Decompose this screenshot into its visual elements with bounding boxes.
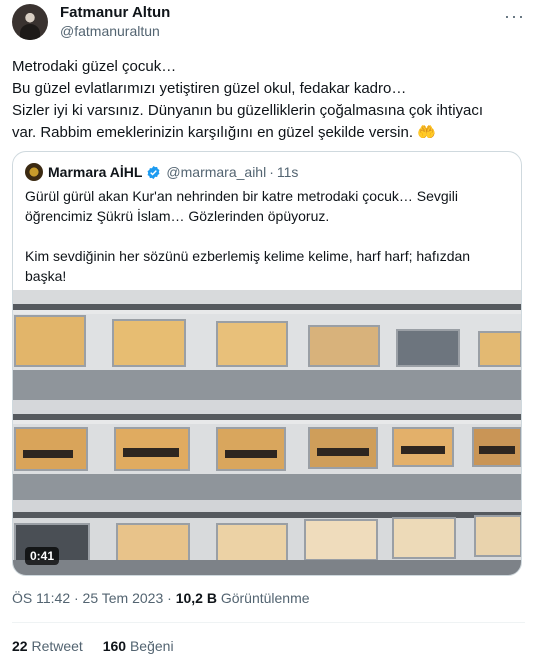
quoted-tweet-header: Marmara AİHL @marmara_aihl · 11s [25,162,298,182]
views-label: Görüntülenme [216,590,310,606]
tweet-line: var. Rabbim emeklerinizin karşılığını en… [12,124,436,141]
tweet-timestamp[interactable]: ÖS 11:42 · 25 Tem 2023 · [12,590,176,606]
more-options-icon[interactable]: ··· [504,6,525,27]
quoted-author-avatar[interactable] [25,163,43,181]
quoted-line: öğrencimiz Şükrü İslam… Gözlerinden öpüy… [25,208,330,224]
views-count: 10,2 B [175,590,217,606]
quoted-tweet-text: Gürül gürül akan Kur'an nehrinden bir ka… [25,186,515,306]
tweet-text: Metrodaki güzel çocuk… Bu güzel evlatlar… [12,56,532,144]
quoted-author-handle[interactable]: @marmara_aihl [166,164,266,180]
likes-count: 160 [102,638,127,654]
tweet-header: Fatmanur Altun @fatmanuraltun ··· [12,4,537,44]
tweet-line: Metrodaki güzel çocuk… [12,58,177,75]
author-avatar[interactable] [12,4,48,40]
author-handle[interactable]: @fatmanuraltun [60,23,160,39]
video-duration: 0:41 [25,547,60,565]
quoted-tweet[interactable]: Marmara AİHL @marmara_aihl · 11s Gürül g… [12,151,522,576]
author-name[interactable]: Fatmanur Altun [60,4,170,21]
quoted-line: Kim sevdiğinin her sözünü ezberlemiş kel… [25,248,471,284]
retweets-stat[interactable]: 22 Retweet [12,638,83,654]
tweet-line: Bu güzel evlatlarımızı yetiştiren güzel … [12,80,407,97]
tweet-metadata: ÖS 11:42 · 25 Tem 2023 · 10,2 B Görüntül… [12,590,310,606]
video-thumbnail [13,290,521,575]
separator-dot: · [269,164,274,180]
engagement-stats: 22 Retweet 160 Beğeni [12,638,190,654]
likes-stat[interactable]: 160 Beğeni [103,638,174,654]
quoted-line: Gürül gürül akan Kur'an nehrinden bir ka… [25,188,459,204]
verified-badge-icon [147,165,160,179]
video-player[interactable]: 0:41 [13,290,521,575]
likes-label: Beğeni [126,638,174,654]
tweet-line: Sizler iyi ki varsınız. Dünyanın bu güze… [12,102,484,119]
retweets-count: 22 [12,638,28,654]
retweets-label: Retweet [27,638,83,654]
quoted-tweet-time[interactable]: 11s [277,164,299,180]
divider [12,622,525,623]
quoted-author-name[interactable]: Marmara AİHL [48,164,142,180]
